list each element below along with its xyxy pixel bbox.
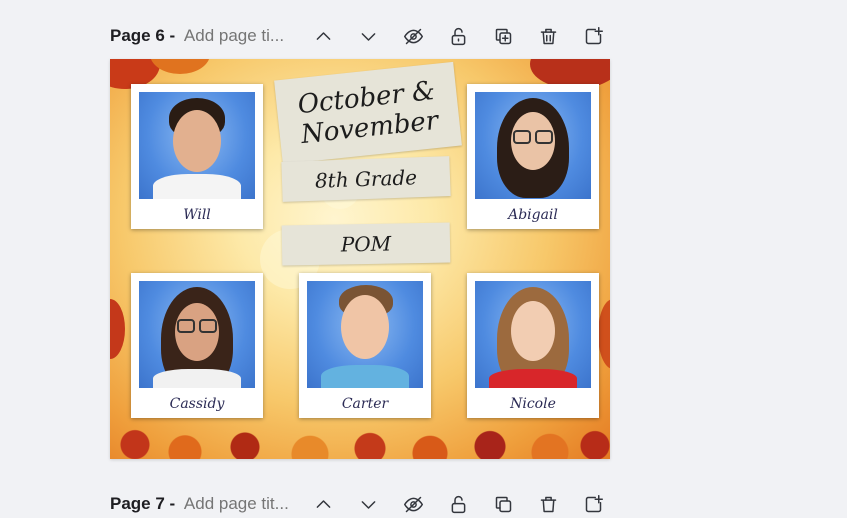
leaves-decoration — [598, 299, 610, 369]
page-7-header: Page 7 - — [110, 490, 296, 518]
add-page-icon — [585, 26, 603, 44]
move-page-down-button[interactable] — [356, 22, 380, 50]
page-6-title-input[interactable] — [179, 26, 296, 46]
duplicate-page-icon — [495, 496, 511, 512]
move-page-up-button[interactable] — [311, 22, 335, 50]
student-photo-card[interactable]: Abigail — [467, 84, 599, 229]
student-photo — [475, 92, 591, 199]
student-name: Will — [183, 207, 211, 223]
student-name: Nicole — [510, 396, 556, 412]
unlock-icon — [451, 27, 465, 45]
student-photo — [307, 281, 423, 388]
duplicate-page-button[interactable] — [491, 490, 515, 518]
duplicate-page-button[interactable] — [491, 22, 515, 50]
hide-page-button[interactable] — [401, 490, 425, 518]
unlock-icon — [451, 495, 465, 513]
delete-page-button[interactable] — [536, 22, 560, 50]
student-photo-card[interactable]: Carter — [299, 273, 431, 418]
delete-page-button[interactable] — [536, 490, 560, 518]
move-page-up-button[interactable] — [311, 490, 335, 518]
grade-banner[interactable]: 8th Grade — [281, 156, 451, 202]
page-7-toolbar — [311, 490, 626, 518]
page-6-header: Page 6 - — [110, 22, 296, 50]
leaves-border-bottom — [110, 411, 610, 459]
delete-icon — [540, 496, 556, 512]
student-name: Cassidy — [169, 396, 225, 412]
duplicate-page-icon — [495, 28, 511, 44]
hide-eye-icon — [403, 496, 423, 512]
student-photo — [139, 281, 255, 388]
student-photo — [139, 92, 255, 199]
page-6-canvas[interactable]: October & November 8th Grade POM Will Ab… — [110, 59, 610, 459]
student-name: Abigail — [508, 207, 558, 223]
page-7-label: Page 7 - — [110, 494, 180, 513]
hide-page-button[interactable] — [401, 22, 425, 50]
add-page-icon — [585, 494, 603, 512]
leaves-decoration — [150, 59, 210, 74]
page-7-title-input[interactable] — [179, 494, 296, 514]
student-photo-card[interactable]: Nicole — [467, 273, 599, 418]
title-banner[interactable]: October & November — [274, 61, 462, 165]
student-name: Carter — [341, 396, 389, 412]
delete-icon — [540, 28, 556, 44]
page-6-toolbar — [311, 22, 626, 50]
chevron-down-icon — [361, 32, 375, 41]
lock-page-button[interactable] — [446, 22, 470, 50]
chevron-down-icon — [361, 500, 375, 509]
leaves-decoration — [110, 299, 125, 359]
add-page-button[interactable] — [581, 490, 605, 518]
student-photo-card[interactable]: Cassidy — [131, 273, 263, 418]
chevron-up-icon — [316, 499, 330, 508]
page-6-label: Page 6 - — [110, 26, 180, 45]
move-page-down-button[interactable] — [356, 490, 380, 518]
add-page-button[interactable] — [581, 22, 605, 50]
student-photo — [475, 281, 591, 388]
lock-page-button[interactable] — [446, 490, 470, 518]
student-photo-card[interactable]: Will — [131, 84, 263, 229]
chevron-up-icon — [316, 31, 330, 40]
subtitle-text: POM — [340, 231, 392, 257]
grade-text: 8th Grade — [314, 165, 418, 193]
subtitle-banner[interactable]: POM — [281, 222, 451, 266]
hide-eye-icon — [403, 28, 423, 44]
